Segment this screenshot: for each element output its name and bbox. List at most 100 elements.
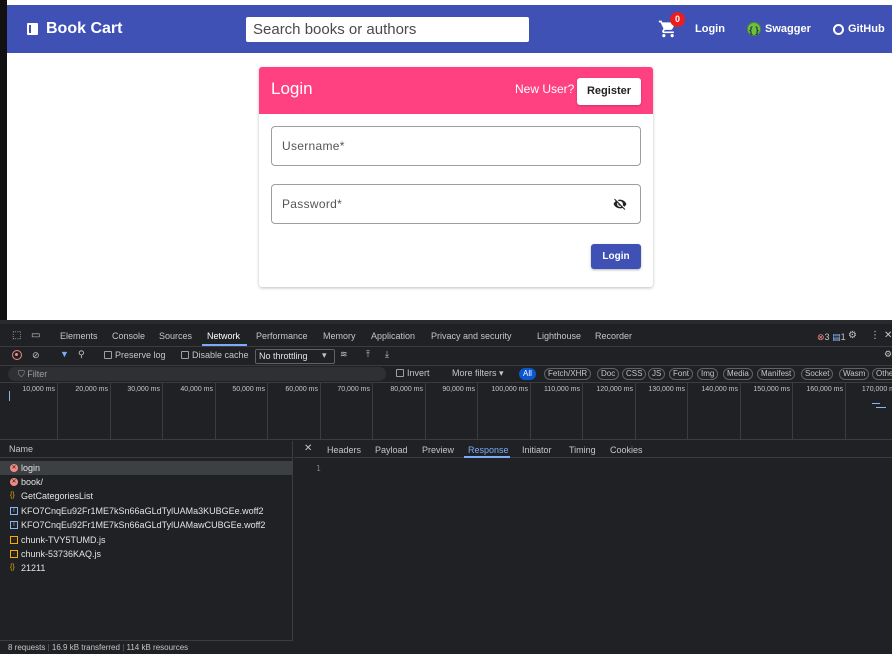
filter-chip-manifest[interactable]: Manifest [757, 368, 796, 380]
import-har-icon[interactable]: ⤒ [366, 349, 370, 360]
preserve-log-checkbox[interactable]: Preserve log [104, 350, 166, 360]
tab-privacy-security[interactable]: Privacy and security [431, 331, 512, 341]
timeline-tick-label: 60,000 ms [285, 386, 318, 393]
tab-sources[interactable]: Sources [159, 331, 192, 341]
invert-label: Invert [407, 368, 430, 378]
tab-initiator[interactable]: Initiator [522, 445, 552, 455]
request-name: book/ [21, 477, 44, 487]
tab-console[interactable]: Console [112, 331, 145, 341]
password-field[interactable]: Password* [271, 184, 641, 224]
tab-response[interactable]: Response [468, 445, 509, 455]
swagger-link[interactable]: { } Swagger [747, 5, 811, 53]
login-card: Login New User? Register Username* Passw… [259, 67, 653, 287]
tab-network[interactable]: Network [207, 331, 240, 341]
timeline-gridline [372, 383, 373, 439]
filter-chip-socket[interactable]: Socket [801, 368, 834, 380]
close-detail-icon[interactable]: ✕ [304, 443, 312, 454]
github-link[interactable]: GitHub [833, 5, 885, 53]
filter-chip-other[interactable]: Othe [872, 368, 892, 380]
search-network-icon[interactable]: ⚲ [78, 349, 85, 360]
filter-bar: ⛉ Filter Invert More filters ▾ All Fetch… [0, 366, 892, 382]
timeline-gridline [215, 383, 216, 439]
clear-icon[interactable]: ⊘ [32, 350, 40, 361]
more-filters-label: More filters [452, 368, 497, 378]
tab-timing[interactable]: Timing [569, 445, 596, 455]
export-har-icon[interactable]: ⤓ [385, 349, 389, 360]
brand-link[interactable]: Book Cart [27, 5, 122, 53]
filter-chip-img[interactable]: Img [697, 368, 719, 380]
tab-payload[interactable]: Payload [375, 445, 408, 455]
filter-chip-wasm[interactable]: Wasm [839, 368, 870, 380]
filter-input[interactable]: ⛉ Filter [8, 367, 386, 381]
timeline-tick-label: 40,000 ms [180, 386, 213, 393]
tab-headers[interactable]: Headers [327, 445, 361, 455]
login-link-label: Login [695, 23, 725, 35]
request-row[interactable]: {} 21211 [0, 561, 293, 575]
cart-button[interactable]: 0 [658, 12, 685, 41]
network-status-bar: 8 requests | 16.9 kB transferred | 114 k… [0, 640, 293, 654]
divider [0, 346, 892, 347]
request-row[interactable]: T KFO7CnqEu92Fr1ME7kSn66aGLdTylUAMawCUBG… [0, 518, 293, 532]
filter-chip-js[interactable]: JS [648, 368, 666, 380]
issues-badge[interactable]: ⊗3 ▤1 [817, 332, 846, 343]
request-row[interactable]: ✕ login [0, 461, 293, 475]
login-link[interactable]: Login [695, 5, 725, 53]
active-detail-tab-indicator [464, 456, 510, 458]
invert-checkbox[interactable]: Invert [396, 368, 430, 378]
filter-chip-font[interactable]: Font [669, 368, 694, 380]
device-toolbar-icon[interactable]: ▭ [31, 330, 40, 341]
network-conditions-icon[interactable]: ≋ [340, 349, 348, 360]
app-toolbar: Book Cart Search books or authors 0 Logi… [7, 5, 892, 53]
network-overview-timeline[interactable]: 10,000 ms 20,000 ms 30,000 ms 40,000 ms 50,0… [0, 383, 892, 440]
detail-tab-bar: ✕ Headers Payload Preview Response Initi… [294, 441, 892, 458]
search-input[interactable]: Search books or authors [246, 17, 529, 42]
timeline-gridline [425, 383, 426, 439]
filter-icon[interactable]: ▼ [60, 349, 69, 359]
username-field[interactable]: Username* [271, 126, 641, 166]
close-devtools-icon[interactable]: ✕ [884, 330, 892, 341]
error-icon: ✕ [10, 478, 18, 486]
request-row[interactable]: T KFO7CnqEu92Fr1ME7kSn66aGLdTylUAMa3KUBG… [0, 504, 293, 518]
filter-chip-media[interactable]: Media [723, 368, 753, 380]
login-submit-button[interactable]: Login [591, 244, 641, 269]
disable-cache-checkbox[interactable]: Disable cache [181, 350, 249, 360]
request-row[interactable]: {} GetCategoriesList [0, 489, 293, 503]
timeline-gridline [162, 383, 163, 439]
request-row[interactable]: · chunk-TVY5TUMD.js [0, 533, 293, 547]
tab-recorder[interactable]: Recorder [595, 331, 632, 341]
filter-chip-fetch-xhr[interactable]: Fetch/XHR [544, 368, 592, 380]
name-column-header[interactable]: Name [0, 441, 293, 458]
devtools-resize-handle[interactable] [0, 320, 892, 324]
timeline-request-mark [872, 403, 880, 404]
devtools-tab-bar: ⬚ ▭ Elements Console Sources Network Per… [0, 328, 892, 346]
visibility-off-icon[interactable] [612, 197, 628, 211]
register-button[interactable]: Register [577, 78, 641, 105]
filter-placeholder: Filter [27, 369, 48, 379]
timeline-gridline [740, 383, 741, 439]
timeline-gridline [530, 383, 531, 439]
record-icon[interactable] [12, 350, 22, 360]
filter-chip-all[interactable]: All [519, 368, 536, 380]
tab-performance[interactable]: Performance [256, 331, 308, 341]
request-row[interactable]: · chunk-53736KAQ.js [0, 547, 293, 561]
fetch-xhr-icon: {} [10, 564, 15, 571]
timeline-tick-label: 120,000 ms [596, 386, 633, 393]
inspect-element-icon[interactable]: ⬚ [12, 330, 21, 341]
filter-chip-doc[interactable]: Doc [597, 368, 620, 380]
timeline-request-mark [876, 407, 886, 408]
tab-elements[interactable]: Elements [60, 331, 98, 341]
tab-application[interactable]: Application [371, 331, 415, 341]
tab-cookies[interactable]: Cookies [610, 445, 643, 455]
network-settings-icon[interactable]: ⚙ [884, 349, 892, 360]
more-options-icon[interactable]: ⋮ [870, 330, 880, 341]
settings-gear-icon[interactable]: ⚙ [848, 330, 857, 341]
filter-chip-css[interactable]: CSS [622, 368, 647, 380]
search-placeholder: Search books or authors [253, 21, 417, 38]
tab-lighthouse[interactable]: Lighthouse [537, 331, 581, 341]
request-row[interactable]: ✕ book/ [0, 475, 293, 489]
tab-preview[interactable]: Preview [422, 445, 454, 455]
timeline-tick-label: 150,000 ms [753, 386, 790, 393]
request-name: 21211 [21, 563, 46, 573]
more-filters-dropdown[interactable]: More filters ▾ [452, 368, 504, 379]
tab-memory[interactable]: Memory [323, 331, 356, 341]
